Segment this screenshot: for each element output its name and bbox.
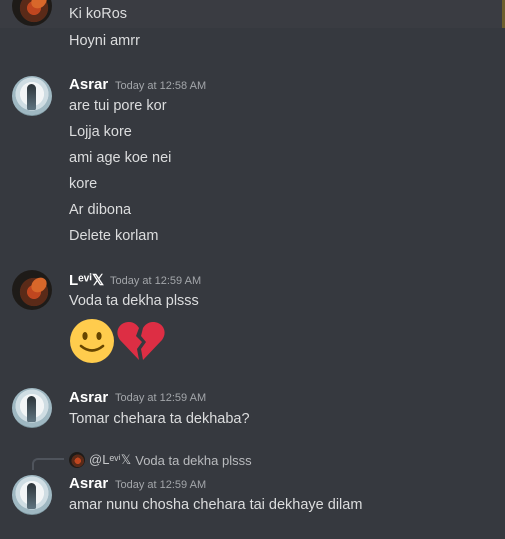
message-text: amar nunu chosha chehara tai dekhaye dil… xyxy=(69,497,363,513)
reply-text[interactable]: Voda ta dekha plsss xyxy=(135,453,251,468)
user-avatar[interactable] xyxy=(12,388,52,428)
username[interactable]: Asrar xyxy=(69,76,108,93)
message-text: are tui pore kor xyxy=(69,98,167,114)
message-text: Delete korlam xyxy=(69,228,159,244)
message-timestamp[interactable]: Today at 12:59 AM xyxy=(115,392,206,404)
user-avatar[interactable] xyxy=(12,270,52,310)
reply-preview[interactable]: @Lᵉᵛⁱ𝕏 Voda ta dekha plsss xyxy=(69,452,252,468)
message-text: ami age koe nei xyxy=(69,150,172,166)
message-timestamp[interactable]: Today at 12:59 AM xyxy=(115,479,206,491)
message-text: Voda ta dekha plsss xyxy=(69,293,199,309)
username[interactable]: Asrar xyxy=(69,475,108,492)
reply-avatar xyxy=(69,452,85,468)
username[interactable]: Lᵉᵛⁱ𝕏 xyxy=(69,271,104,289)
message-text: Ki koRos xyxy=(69,6,128,22)
reply-connector xyxy=(32,458,64,470)
message-text: Hoyni amrr xyxy=(69,33,140,49)
broken-heart-icon xyxy=(117,322,165,360)
username[interactable]: Asrar xyxy=(69,389,108,406)
message-text: Ar dibona xyxy=(69,202,132,218)
emoji-row xyxy=(69,318,165,364)
slightly-smiling-face-icon xyxy=(70,319,114,363)
message-text: Lojja kore xyxy=(69,124,132,140)
reply-author[interactable]: @Lᵉᵛⁱ𝕏 xyxy=(89,452,131,468)
user-avatar[interactable] xyxy=(12,76,52,116)
user-avatar[interactable] xyxy=(12,475,52,515)
message-timestamp[interactable]: Today at 12:58 AM xyxy=(115,80,206,92)
message-timestamp[interactable]: Today at 12:59 AM xyxy=(110,275,201,287)
message-text: Tomar chehara ta dekhaba? xyxy=(69,411,250,427)
message-text: kore xyxy=(69,176,98,192)
